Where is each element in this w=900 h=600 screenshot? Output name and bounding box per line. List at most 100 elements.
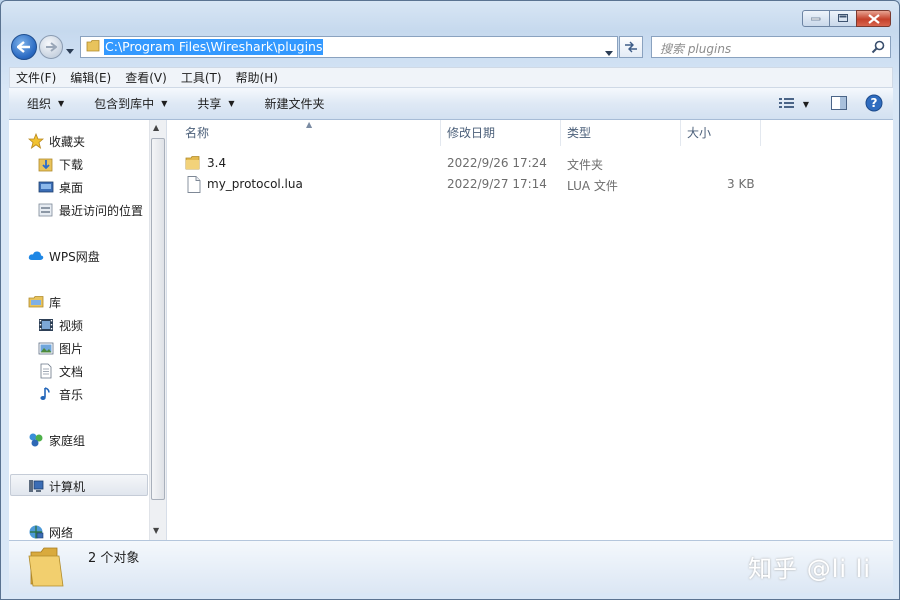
view-dropdown-icon[interactable]: ▼ bbox=[803, 100, 809, 109]
chevron-down-icon bbox=[66, 49, 74, 54]
chevron-down-icon: ▼ bbox=[161, 99, 168, 108]
menu-view[interactable]: 查看(V) bbox=[125, 69, 167, 86]
folder-icon bbox=[86, 39, 100, 55]
nav-downloads-label: 下载 bbox=[59, 157, 84, 172]
library-icon bbox=[28, 294, 44, 310]
nav-libraries[interactable]: 库 bbox=[28, 292, 61, 312]
file-row[interactable]: my_protocol.lua 2022/9/27 17:14 LUA 文件 3… bbox=[167, 175, 767, 195]
menu-bar: 文件(F) 编辑(E) 查看(V) 工具(T) 帮助(H) bbox=[9, 67, 893, 88]
nav-videos[interactable]: 视频 bbox=[38, 315, 83, 335]
network-icon bbox=[28, 524, 44, 540]
menu-edit[interactable]: 编辑(E) bbox=[70, 69, 111, 86]
scrollbar-thumb[interactable] bbox=[151, 138, 165, 500]
sort-ascending-icon: ▲ bbox=[306, 120, 313, 129]
scroll-up-icon[interactable]: ▲ bbox=[153, 123, 159, 132]
include-in-library-label: 包含到库中 bbox=[94, 97, 155, 111]
picture-icon bbox=[38, 340, 54, 356]
nav-homegroup[interactable]: 家庭组 bbox=[28, 430, 85, 450]
download-folder-icon bbox=[38, 156, 54, 172]
back-button[interactable] bbox=[11, 34, 37, 60]
close-icon bbox=[867, 13, 880, 24]
search-placeholder: 搜索 plugins bbox=[660, 42, 732, 56]
nav-favorites[interactable]: 收藏夹 bbox=[28, 131, 85, 151]
view-options-icon[interactable] bbox=[778, 97, 795, 112]
command-bar: 组织 ▼ 包含到库中 ▼ 共享 ▼ 新建文件夹 ▼ ? bbox=[9, 88, 893, 120]
star-icon bbox=[28, 133, 44, 149]
menu-tools[interactable]: 工具(T) bbox=[181, 69, 222, 86]
address-bar[interactable]: C:\Program Files\Wireshark\plugins bbox=[80, 36, 618, 58]
minimize-icon bbox=[811, 17, 821, 20]
column-name-label: 名称 bbox=[185, 126, 210, 140]
nav-computer[interactable]: 计算机 bbox=[28, 476, 85, 496]
refresh-icon bbox=[625, 41, 637, 53]
folder-icon bbox=[185, 155, 201, 174]
item-count: 2 个对象 bbox=[88, 551, 140, 566]
nav-downloads[interactable]: 下载 bbox=[38, 154, 83, 174]
column-header-type[interactable]: 类型 bbox=[561, 120, 681, 146]
column-header-name[interactable]: 名称 bbox=[185, 120, 441, 146]
file-type: LUA 文件 bbox=[567, 179, 618, 193]
large-folder-icon bbox=[27, 546, 67, 591]
help-icon[interactable]: ? bbox=[865, 94, 883, 115]
navigation-pane: 收藏夹 下载 桌面 最近访问的位置 WPS网盘 库 视频 图片 文档 音乐 家庭… bbox=[9, 120, 167, 540]
address-dropdown-icon[interactable] bbox=[605, 45, 613, 59]
search-box[interactable]: 搜索 plugins bbox=[651, 36, 891, 58]
address-path[interactable]: C:\Program Files\Wireshark\plugins bbox=[104, 39, 324, 55]
nav-videos-label: 视频 bbox=[59, 318, 84, 333]
menu-file[interactable]: 文件(F) bbox=[16, 69, 56, 86]
new-folder-button[interactable]: 新建文件夹 bbox=[265, 95, 325, 112]
scroll-down-icon[interactable]: ▼ bbox=[153, 526, 159, 535]
column-header-date[interactable]: 修改日期 bbox=[441, 120, 561, 146]
arrow-right-icon bbox=[46, 42, 57, 52]
video-icon bbox=[38, 317, 54, 333]
nav-network[interactable]: 网络 bbox=[28, 522, 73, 542]
svg-text:?: ? bbox=[871, 96, 878, 110]
nav-wps-cloud-label: WPS网盘 bbox=[49, 249, 100, 264]
file-name: my_protocol.lua bbox=[207, 177, 303, 191]
file-type: 文件夹 bbox=[567, 158, 604, 172]
file-row[interactable]: 3.4 2022/9/26 17:24 文件夹 bbox=[167, 154, 767, 174]
music-note-icon bbox=[38, 386, 54, 402]
organize-button[interactable]: 组织 ▼ bbox=[27, 95, 64, 112]
nav-favorites-label: 收藏夹 bbox=[49, 134, 86, 149]
refresh-button[interactable] bbox=[619, 36, 643, 58]
nav-network-label: 网络 bbox=[49, 525, 74, 540]
include-in-library-button[interactable]: 包含到库中 ▼ bbox=[94, 95, 167, 112]
details-pane: 2 个对象 知乎 @li li bbox=[9, 540, 893, 593]
desktop-icon bbox=[38, 179, 54, 195]
file-size: 3 KB bbox=[727, 177, 755, 191]
cloud-icon bbox=[28, 248, 44, 264]
file-date: 2022/9/27 17:14 bbox=[447, 177, 547, 191]
nav-pictures-label: 图片 bbox=[59, 341, 84, 356]
view-controls: ▼ ? bbox=[778, 94, 883, 115]
nav-music[interactable]: 音乐 bbox=[38, 384, 83, 404]
forward-button[interactable] bbox=[39, 35, 63, 59]
nav-wps-cloud[interactable]: WPS网盘 bbox=[28, 246, 100, 266]
preview-pane-icon[interactable] bbox=[831, 96, 847, 113]
file-date: 2022/9/26 17:24 bbox=[447, 156, 547, 170]
maximize-button[interactable] bbox=[829, 10, 857, 27]
menu-help[interactable]: 帮助(H) bbox=[236, 69, 278, 86]
nav-recent-places[interactable]: 最近访问的位置 bbox=[38, 200, 143, 220]
nav-documents-label: 文档 bbox=[59, 364, 84, 379]
nav-pictures[interactable]: 图片 bbox=[38, 338, 83, 358]
nav-desktop[interactable]: 桌面 bbox=[38, 177, 83, 197]
recent-pages-button[interactable] bbox=[66, 43, 74, 57]
organize-label: 组织 bbox=[27, 97, 52, 111]
share-label: 共享 bbox=[197, 97, 222, 111]
nav-desktop-label: 桌面 bbox=[59, 180, 84, 195]
close-button[interactable] bbox=[856, 10, 891, 27]
chevron-down-icon: ▼ bbox=[58, 99, 65, 108]
share-button[interactable]: 共享 ▼ bbox=[197, 95, 234, 112]
minimize-button[interactable] bbox=[802, 10, 830, 27]
maximize-icon bbox=[837, 14, 848, 22]
column-type-label: 类型 bbox=[567, 126, 592, 140]
search-icon[interactable] bbox=[871, 40, 885, 57]
new-folder-label: 新建文件夹 bbox=[264, 97, 325, 111]
watermark: 知乎 @li li bbox=[748, 555, 871, 583]
nav-documents[interactable]: 文档 bbox=[38, 361, 83, 381]
nav-music-label: 音乐 bbox=[59, 387, 84, 402]
nav-homegroup-label: 家庭组 bbox=[49, 433, 86, 448]
column-header-size[interactable]: 大小 bbox=[681, 120, 761, 146]
nav-scrollbar[interactable]: ▲ ▼ bbox=[149, 120, 166, 540]
